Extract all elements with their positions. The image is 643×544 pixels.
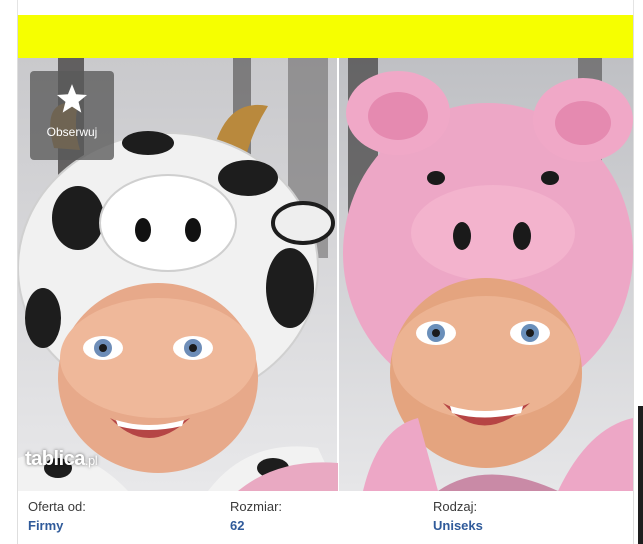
watermark-logo: tablica.pl: [25, 448, 98, 470]
card-top-border: [17, 0, 634, 15]
star-icon: [56, 84, 88, 113]
param-label: Rozmiar:: [230, 499, 283, 514]
param-value-link[interactable]: Uniseks: [433, 518, 483, 533]
listing-photo[interactable]: Obserwuj tablica.pl: [18, 58, 633, 491]
param-label: Oferta od:: [28, 499, 86, 514]
param-offer-from: Oferta od: Firmy: [28, 499, 86, 533]
param-value-link[interactable]: Firmy: [28, 518, 86, 533]
param-size: Rozmiar: 62: [230, 499, 282, 533]
param-value-link[interactable]: 62: [230, 518, 282, 533]
watch-button[interactable]: Obserwuj: [30, 71, 114, 160]
listing-parameters: Oferta od: Firmy Rozmiar: 62 Rodzaj: Uni…: [18, 491, 633, 544]
param-label: Rodzaj:: [433, 499, 478, 514]
param-type: Rodzaj: Uniseks: [433, 499, 483, 533]
page-edge-shadow: [638, 406, 643, 544]
listing-card: Obserwuj tablica.pl Oferta od: Firmy Roz…: [17, 15, 634, 544]
watch-button-label: Obserwuj: [46, 125, 98, 139]
yellow-banner: [18, 15, 633, 58]
